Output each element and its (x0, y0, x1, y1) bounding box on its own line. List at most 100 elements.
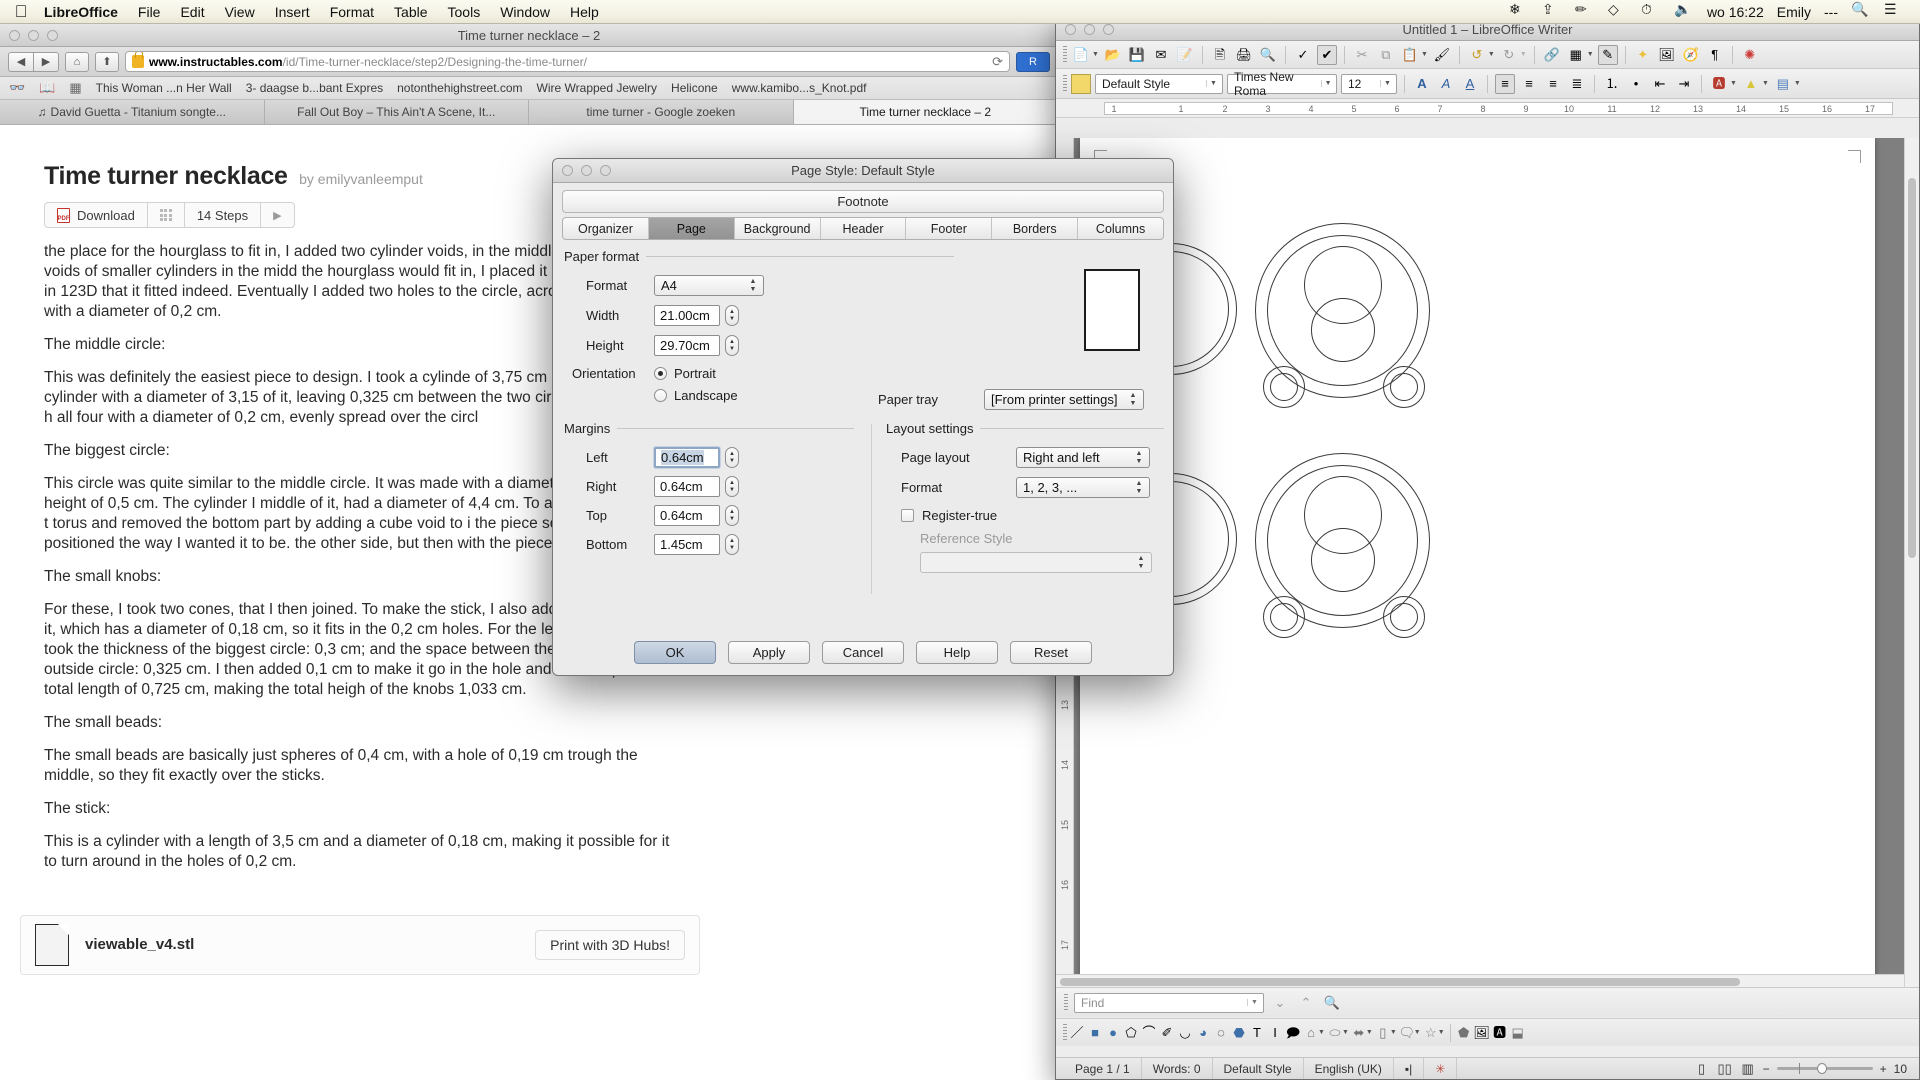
rectangle-icon[interactable]: ■ (1087, 1023, 1103, 1043)
single-page-view-icon[interactable]: ▯ (1694, 1059, 1710, 1079)
selection-mode-icon[interactable]: ▪| (1394, 1057, 1425, 1079)
status-language[interactable]: English (UK) (1304, 1057, 1394, 1079)
browser-tab[interactable]: ♫ David Guetta - Titanium songte... (0, 100, 265, 124)
paper-tray-select[interactable]: [From printer settings] ▲ ▼ (984, 389, 1144, 410)
steps-count-button[interactable]: 14 Steps (183, 202, 262, 228)
search-icon[interactable]: 🔍 (1851, 2, 1871, 22)
byline[interactable]: by emilyvanleemput (299, 171, 423, 187)
star-shapes-icon[interactable]: ☆ (1423, 1023, 1439, 1043)
text-box-icon[interactable]: T (1249, 1023, 1265, 1043)
find-input[interactable]: Find ▼ (1074, 992, 1264, 1013)
tab-borders[interactable]: Borders (992, 218, 1079, 239)
left-margin-stepper[interactable]: ▲ ▼ (725, 447, 739, 468)
horizontal-ruler[interactable]: 1 1 2 3 4 5 6 7 8 9 10 11 12 13 14 15 16… (1056, 99, 1919, 118)
right-margin-stepper[interactable]: ▲ ▼ (725, 476, 739, 497)
zoom-button[interactable] (1103, 24, 1114, 35)
tab-footer[interactable]: Footer (906, 218, 993, 239)
reload-icon[interactable]: ⟳ (986, 54, 1003, 70)
bookmark-item[interactable]: Wire Wrapped Jewelry (537, 81, 657, 95)
copy-icon[interactable]: ⧉ (1376, 45, 1396, 65)
register-true-checkbox[interactable] (901, 509, 914, 522)
autospellcheck-icon[interactable]: ✔ (1316, 44, 1337, 65)
minimize-button[interactable] (581, 165, 592, 176)
tab-page[interactable]: Page (648, 218, 735, 239)
stepper-icon[interactable]: ▲ ▼ (746, 278, 760, 294)
chevron-down-icon[interactable]: ▼ (1380, 80, 1394, 87)
font-size-combo[interactable]: 12 ▼ (1341, 73, 1397, 94)
stepper-icon[interactable]: ▲ ▼ (1132, 480, 1146, 496)
back-button[interactable]: ◀ (8, 51, 34, 72)
spelling-icon[interactable]: ✓ (1293, 45, 1313, 65)
menu-window[interactable]: Window (490, 0, 560, 24)
safari-titlebar[interactable]: Time turner necklace – 2 (0, 24, 1058, 47)
new-document-icon[interactable]: 📄 (1071, 45, 1091, 65)
stepper-icon[interactable]: ▲ ▼ (1132, 450, 1146, 466)
readinglist-icon[interactable]: R (1016, 51, 1050, 72)
block-arrows-icon[interactable]: ⬭ (1327, 1023, 1343, 1043)
navigator-icon[interactable]: 🧭 (1681, 45, 1701, 65)
chevron-down-icon[interactable]: ▼ (1390, 1029, 1397, 1036)
nav-buttons[interactable]: ◀ ▶ (8, 51, 59, 72)
zoom-in-button[interactable]: + (1880, 1062, 1887, 1076)
export-pdf-icon[interactable]: 🖹 (1210, 45, 1230, 65)
chevron-down-icon[interactable]: ▼ (1730, 80, 1737, 87)
drawn-circle[interactable] (1311, 528, 1375, 592)
toolbar-grip[interactable] (1063, 1024, 1067, 1041)
paragraph-style-icon[interactable] (1071, 73, 1091, 94)
fontwork-icon[interactable]: 🅰 (1492, 1023, 1508, 1043)
clock[interactable]: wo 16:22 (1707, 4, 1764, 20)
left-margin-input[interactable]: 0.64cm (654, 447, 720, 468)
increase-indent-icon[interactable]: ⇥ (1674, 74, 1694, 94)
paste-icon[interactable]: 📋 (1400, 45, 1420, 65)
gallery-icon[interactable]: 🖼 (1657, 45, 1677, 65)
arc-icon[interactable]: ◡ (1177, 1023, 1193, 1043)
undo-icon[interactable]: ↺ (1467, 45, 1487, 65)
apple-logo-icon[interactable]:  (8, 3, 34, 20)
justify-icon[interactable]: ≣ (1567, 74, 1587, 94)
height-stepper[interactable]: ▲ ▼ (725, 335, 739, 356)
steps-grid-button[interactable] (146, 202, 185, 228)
chevron-down-icon[interactable]: ▼ (1206, 80, 1220, 87)
minimize-button[interactable] (28, 29, 39, 41)
print-3dhubs-button[interactable]: Print with 3D Hubs! (535, 929, 685, 960)
drawn-circle[interactable] (1270, 373, 1298, 401)
pie-icon[interactable]: ◕ (1195, 1023, 1211, 1043)
find-replace-icon[interactable]: 🔍 (1322, 993, 1342, 1013)
polygon-icon[interactable]: ⬠ (1123, 1023, 1139, 1043)
document-canvas[interactable]: 11 12 13 14 15 16 17 18 (1056, 138, 1919, 987)
zoom-button[interactable] (47, 29, 58, 41)
freeform-line-icon[interactable]: ✐ (1159, 1023, 1175, 1043)
minimize-button[interactable] (1084, 24, 1095, 35)
timemachine-icon[interactable]: ⏱ (1641, 2, 1661, 22)
drawn-circle[interactable] (1390, 373, 1418, 401)
stars-icon[interactable]: 🗨 (1399, 1023, 1416, 1043)
drawn-circle[interactable] (1390, 603, 1418, 631)
footnote-tab[interactable]: Footnote (562, 190, 1164, 213)
underline-icon[interactable]: A (1460, 74, 1480, 94)
align-right-icon[interactable]: ≡ (1543, 74, 1563, 94)
toolbar-grip[interactable] (1063, 75, 1067, 92)
to-foreground-icon[interactable]: 🖼 (1473, 1023, 1490, 1043)
menu-libreoffice[interactable]: LibreOffice (34, 0, 128, 24)
home-icon[interactable]: ⌂ (65, 51, 89, 72)
find-replace-icon[interactable]: ✦ (1633, 45, 1653, 65)
notification-center-icon[interactable]: ☰ (1884, 2, 1904, 22)
right-margin-input[interactable]: 0.64cm (654, 476, 720, 497)
ok-button[interactable]: OK (634, 640, 716, 664)
user-name[interactable]: Emily (1777, 4, 1811, 20)
print-icon[interactable]: 🖨 (1234, 45, 1254, 65)
book-view-icon[interactable]: ▥ (1740, 1059, 1756, 1079)
dropbox-icon[interactable]: ❄ (1509, 2, 1529, 22)
bluetooth-icon[interactable]: ⇪ (1542, 2, 1562, 22)
book-icon[interactable]: 📖 (39, 80, 55, 96)
help-button[interactable]: Help (916, 640, 998, 664)
paper-format-select[interactable]: A4 ▲ ▼ (654, 275, 764, 296)
reader-icon[interactable]: 👓 (9, 80, 25, 96)
chevron-down-icon[interactable]: ▼ (1342, 1029, 1349, 1036)
bookmark-item[interactable]: 3- daagse b...bant Expres (246, 81, 383, 95)
reset-button[interactable]: Reset (1010, 640, 1092, 664)
height-input[interactable]: 29.70cm (654, 335, 720, 356)
find-next-icon[interactable]: ⌄ (1270, 993, 1290, 1013)
extrusion-icon[interactable]: ⬓ (1510, 1023, 1526, 1043)
curve-icon[interactable]: ⌒ (1141, 1023, 1157, 1043)
